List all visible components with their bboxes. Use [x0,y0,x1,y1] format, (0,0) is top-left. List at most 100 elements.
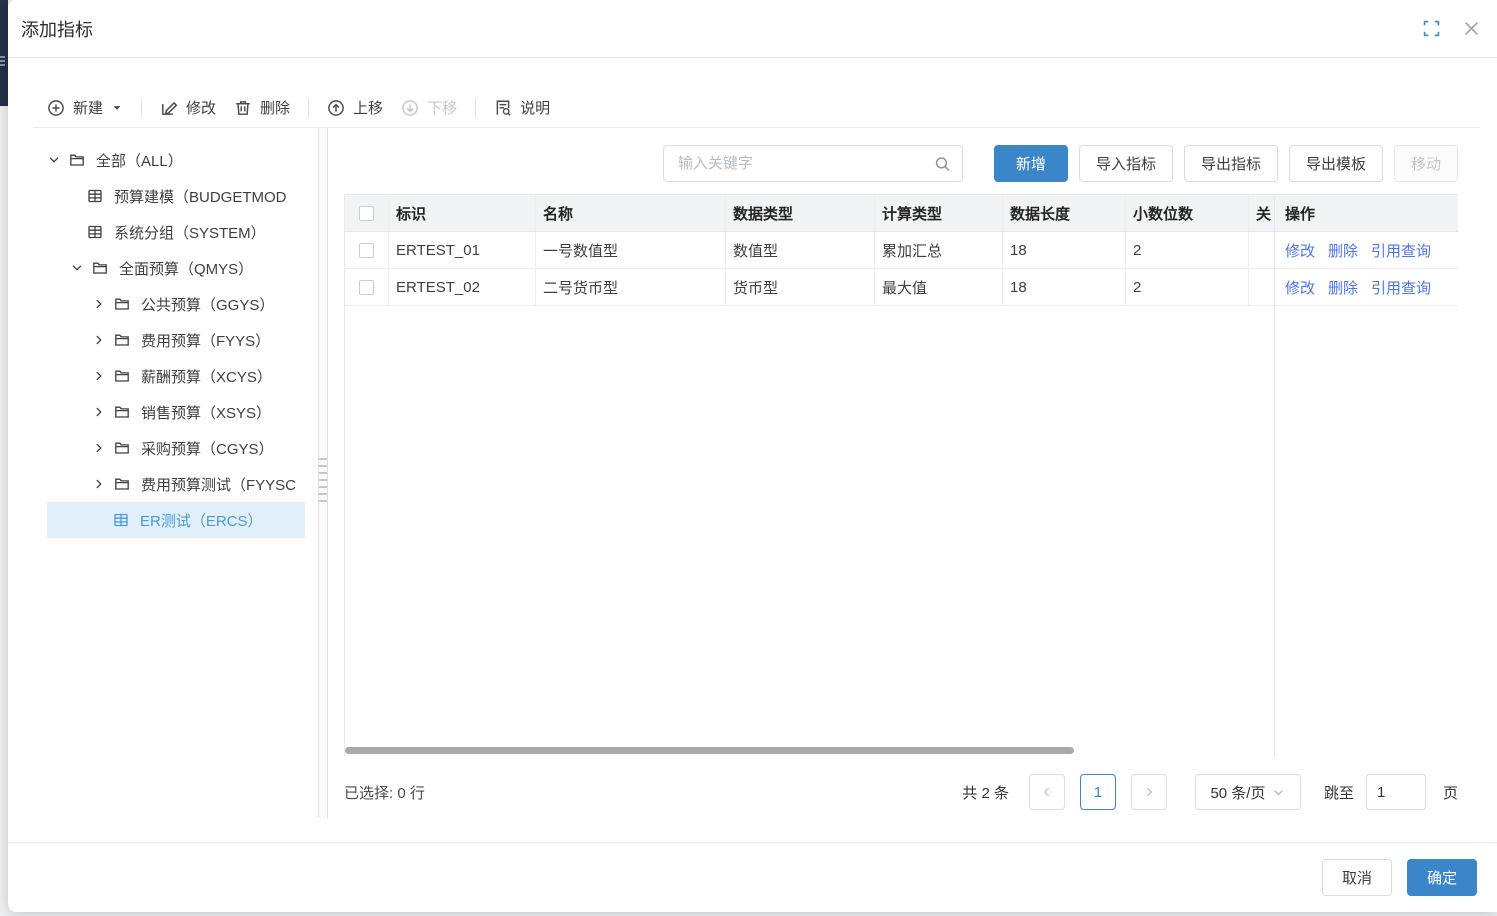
col-header-calctype: 计算类型 [875,195,1003,231]
doc-search-icon [494,99,512,117]
add-indicator-dialog: 添加指标 新建修改删除上移下移说明 全部（ALL）预算建模（BUDGETMOD系… [8,0,1497,912]
search-icon[interactable] [934,155,951,172]
action-button[interactable]: 导入指标 [1079,145,1173,182]
chevron-down-icon[interactable] [70,261,92,275]
tree-item-label: 费用预算测试（FYYSC [141,474,296,495]
next-page-button[interactable] [1131,774,1167,810]
pagination: 共 2 条 1 50 条/页 跳至 [962,774,1458,810]
toolbar-button[interactable]: 修改 [160,97,216,118]
folder-icon [69,152,90,168]
chevron-right-icon[interactable] [92,477,114,491]
row-action-link[interactable]: 引用查询 [1371,240,1431,261]
tree-item[interactable]: 费用预算（FYYS） [47,322,305,358]
folder-icon [114,404,135,420]
table-action-row: 新增导入指标导出指标导出模板移动 [344,145,1458,182]
row-checkbox[interactable] [359,280,374,295]
toolbar-divider [308,98,309,118]
toolbar-button[interactable]: 删除 [234,97,290,118]
folder-icon [114,440,135,456]
cell-data_type: 数值型 [726,232,875,268]
toolbar-button-label: 上移 [353,97,383,118]
tree-item[interactable]: 采购预算（CGYS） [47,430,305,466]
row-action-link[interactable]: 删除 [1328,240,1358,261]
action-button[interactable]: 导出指标 [1184,145,1278,182]
dialog-titlebar: 添加指标 [8,0,1497,58]
background-app-sidebar [0,0,8,106]
chevron-down-icon [1272,786,1285,799]
tree-item-label: 预算建模（BUDGETMOD [114,186,287,207]
select-all-checkbox[interactable] [359,206,374,221]
jump-page-suffix: 页 [1443,782,1458,803]
toolbar-divider [141,98,142,118]
toolbar-button[interactable]: 说明 [494,97,550,118]
toolbar-button-label: 下移 [427,97,457,118]
tree-item-label: 全部（ALL） [96,150,183,171]
toolbar-button-label: 新建 [73,97,103,118]
page-number-button[interactable]: 1 [1080,774,1116,810]
tree-item[interactable]: 销售预算（XSYS） [47,394,305,430]
action-buttons: 新增导入指标导出指标导出模板移动 [983,145,1458,182]
pane-splitter[interactable] [318,128,328,818]
toolbar-divider [475,98,476,118]
toolbar-button: 下移 [401,97,457,118]
keyword-search-input[interactable] [664,146,962,181]
col-header-id: 标识 [389,195,536,231]
row-checkbox[interactable] [359,243,374,258]
confirm-button[interactable]: 确定 [1407,859,1477,896]
tree-toolbar: 新建 修改删除 上移 下移 说明 [33,88,1480,128]
tree-item-label: ER测试（ERCS） [140,510,263,531]
tree-item[interactable]: 薪酬预算（XCYS） [47,358,305,394]
action-button: 移动 [1394,145,1458,182]
page-size-select[interactable]: 50 条/页 [1195,774,1301,810]
horizontal-scrollbar[interactable] [345,747,1074,754]
chevron-right-icon[interactable] [92,405,114,419]
circle-arrow-up-icon [327,99,345,117]
caret-down-icon [111,102,123,114]
edit-icon [160,99,178,117]
tree-item-label: 全面预算（QMYS） [119,258,253,279]
folder-icon [114,296,135,312]
splitter-grip-icon [319,453,327,502]
row-action-link[interactable]: 引用查询 [1371,277,1431,298]
tree-item[interactable]: 系统分组（SYSTEM） [47,214,305,250]
chevron-right-icon[interactable] [92,441,114,455]
action-button[interactable]: 新增 [994,145,1068,182]
tree-item[interactable]: 全面预算（QMYS） [47,250,305,286]
cell-length: 18 [1003,232,1126,268]
fullscreen-icon[interactable] [1422,20,1440,38]
prev-page-button[interactable] [1029,774,1065,810]
tree-item[interactable]: 公共预算（GGYS） [47,286,305,322]
tree-item-label: 费用预算（FYYS） [141,330,270,351]
circle-arrow-down-icon [401,99,419,117]
chevron-right-icon[interactable] [92,369,114,383]
close-icon[interactable] [1462,20,1480,38]
action-button[interactable]: 导出模板 [1289,145,1383,182]
col-header-decimals: 小数位数 [1126,195,1249,231]
row-action-link[interactable]: 修改 [1285,240,1315,261]
row-action-link[interactable]: 删除 [1328,277,1358,298]
tree-item[interactable]: 预算建模（BUDGETMOD [47,178,305,214]
selected-count-label: 已选择: 0 行 [344,782,425,803]
tree-item[interactable]: ER测试（ERCS） [47,502,305,538]
grid-icon [113,512,134,528]
tree-item-label: 采购预算（CGYS） [141,438,274,459]
chevron-right-icon[interactable] [92,333,114,347]
page-size-value: 50 条/页 [1210,782,1265,803]
row-action-link[interactable]: 修改 [1285,277,1315,298]
chevron-down-icon[interactable] [47,153,69,167]
jump-to-label: 跳至 [1324,782,1354,803]
toolbar-button[interactable]: 上移 [327,97,383,118]
chevron-right-icon[interactable] [92,297,114,311]
col-header-datatype: 数据类型 [726,195,875,231]
table-footer: 已选择: 0 行 共 2 条 1 50 条/页 [344,774,1458,810]
indicator-group-tree: 全部（ALL） 预算建模（BUDGETMOD 系统分组（SYSTEM） 全面预算（QM… [33,128,318,842]
tree-item[interactable]: 费用预算测试（FYYSC [47,466,305,502]
cell-calc_type: 累加汇总 [875,232,1003,268]
toolbar-button[interactable]: 新建 [47,97,123,118]
cancel-button[interactable]: 取消 [1322,859,1392,896]
cell-id: ERTEST_01 [389,232,536,268]
circle-plus-icon [47,99,65,117]
jump-page-input[interactable] [1366,774,1426,810]
select-all-cell [345,195,389,231]
tree-item[interactable]: 全部（ALL） [47,142,305,178]
